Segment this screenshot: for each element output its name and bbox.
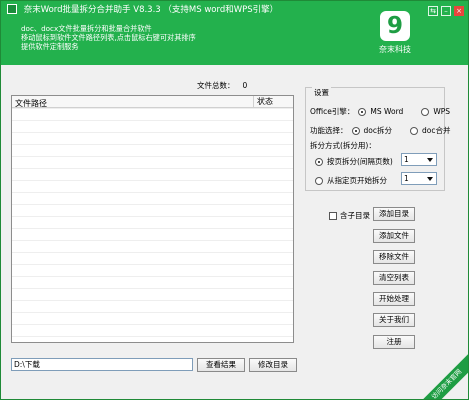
header-banner: 奈末Word批量拆分合并助手 V8.3.3 （支持MS word和WPS引擎） …	[1, 1, 468, 65]
radio-doc-merge[interactable]	[409, 126, 418, 135]
settings-group: 设置 Office引擎： MS Word WPS 功能选择： doc拆分 doc…	[305, 87, 450, 191]
radio-doc-split[interactable]	[351, 126, 360, 135]
split-from-page-label[interactable]: 从指定页开始拆分	[327, 175, 387, 186]
add-file-button[interactable]: 添加文件	[373, 229, 415, 243]
description-line-2: 移动鼠标到软件文件路径列表,点击鼠标右键可对其排序	[21, 33, 196, 42]
doc-merge-label[interactable]: doc合并	[422, 125, 450, 136]
include-subfolder-checkbox[interactable]: 含子目录	[329, 210, 370, 221]
description-line-3: 提供软件定制服务	[21, 42, 79, 51]
clear-list-button[interactable]: 清空列表	[373, 271, 415, 285]
settings-title: 设置	[312, 87, 331, 98]
office-engine-label: Office引擎：	[310, 107, 355, 116]
restore-icon[interactable]: ⇆	[428, 6, 438, 16]
split-interval-value: 1	[404, 155, 409, 164]
window-title: 奈末Word批量拆分合并助手 V8.3.3 （支持MS word和WPS引擎）	[7, 4, 278, 16]
minimize-icon[interactable]: –	[441, 6, 451, 16]
start-page-select[interactable]: 1	[401, 172, 437, 185]
description-line-1: doc、docx文件批量拆分和批量合并软件	[21, 24, 152, 33]
modify-directory-button[interactable]: 修改目录	[249, 358, 297, 372]
split-by-page-label[interactable]: 按页拆分(间隔页数)	[327, 156, 393, 167]
function-row: 功能选择： doc拆分 doc合并	[310, 125, 450, 136]
chevron-down-icon	[427, 158, 433, 162]
radio-split-from-page[interactable]	[315, 176, 323, 185]
app-icon	[7, 4, 17, 14]
split-from-page-row: 从指定页开始拆分	[315, 175, 387, 186]
description: doc、docx文件批量拆分和批量合并软件 移动鼠标到软件文件路径列表,点击鼠标…	[21, 24, 196, 51]
view-result-button[interactable]: 查看结果	[197, 358, 245, 372]
title-text: 奈末Word批量拆分合并助手 V8.3.3 （支持MS word和WPS引擎）	[23, 5, 279, 15]
logo-name: 奈末科技	[379, 45, 411, 54]
wps-label[interactable]: WPS	[433, 107, 450, 116]
start-processing-button[interactable]: 开始处理	[373, 292, 415, 306]
split-interval-select[interactable]: 1	[401, 153, 437, 166]
remove-file-button[interactable]: 移除文件	[373, 250, 415, 264]
table-body[interactable]	[12, 108, 293, 342]
file-list-table[interactable]: 文件路径 状态	[11, 95, 294, 343]
add-folder-button[interactable]: 添加目录	[373, 207, 415, 221]
radio-wps[interactable]	[421, 107, 430, 116]
start-page-value: 1	[404, 174, 409, 183]
window-controls: ⇆ – ×	[428, 6, 464, 16]
file-count-value: 0	[242, 81, 248, 90]
table-header: 文件路径 状态	[12, 96, 293, 108]
office-engine-row: Office引擎： MS Word WPS	[310, 106, 450, 117]
doc-split-label[interactable]: doc拆分	[364, 125, 392, 136]
about-us-button[interactable]: 关于我们	[373, 313, 415, 327]
chevron-down-icon	[427, 177, 433, 181]
ms-word-label[interactable]: MS Word	[370, 107, 403, 116]
logo-mark: 9	[380, 11, 410, 41]
app-window: 奈末Word批量拆分合并助手 V8.3.3 （支持MS word和WPS引擎） …	[0, 0, 469, 400]
file-count: 文件总数： 0	[197, 80, 255, 91]
brand-logo[interactable]: 9 奈末科技	[365, 11, 425, 63]
close-icon[interactable]: ×	[454, 6, 464, 16]
split-mode-label: 拆分方式(拆分用)：	[310, 141, 376, 150]
checkbox-box[interactable]	[329, 211, 337, 220]
include-subfolder-label[interactable]: 含子目录	[340, 210, 370, 221]
radio-ms-word[interactable]	[358, 107, 367, 116]
file-count-label: 文件总数：	[197, 81, 235, 90]
official-site-link[interactable]: 访问奈末官网	[414, 352, 468, 399]
split-by-page-row: 按页拆分(间隔页数)	[315, 156, 393, 167]
radio-split-by-page[interactable]	[315, 157, 323, 166]
function-label: 功能选择：	[310, 126, 348, 135]
register-button[interactable]: 注册	[373, 335, 415, 349]
column-status[interactable]: 状态	[253, 96, 293, 107]
output-path-input[interactable]: D:\下载	[11, 358, 193, 371]
